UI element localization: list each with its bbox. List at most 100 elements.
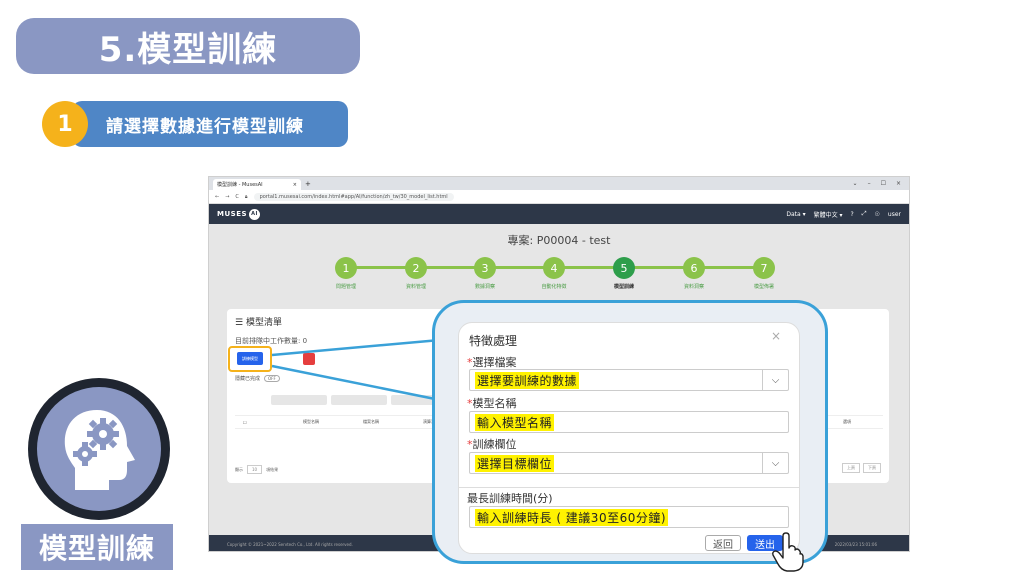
lock-icon: 🔒︎ bbox=[244, 193, 248, 200]
fullscreen-icon[interactable]: ⤢ bbox=[862, 210, 867, 218]
url-field[interactable]: portal1.musesai.com/index.html#app/AI/fu… bbox=[253, 192, 454, 201]
header-menu: Data ▾ 繁體中文 ▾ ? ⤢ ☉ user bbox=[786, 210, 901, 219]
page-size-select[interactable]: 10 bbox=[247, 465, 263, 474]
step-4-circle: 4 bbox=[543, 257, 565, 279]
new-tab-button[interactable]: + bbox=[305, 180, 311, 188]
file-select-value: 選擇要訓練的數據 bbox=[475, 371, 580, 389]
step-instruction: 請選擇數據進行模型訓練 bbox=[72, 101, 348, 147]
col-file-name[interactable]: 檔案名稱 bbox=[355, 419, 415, 425]
target-label: *訓練欄位 bbox=[467, 436, 517, 452]
step-7-label: 模型佈署 bbox=[753, 284, 774, 290]
step-1-circle: 1 bbox=[335, 257, 357, 279]
step-6[interactable]: 6 資料洞察 bbox=[683, 257, 705, 290]
tab-list-icon[interactable]: ⌄ bbox=[853, 180, 858, 187]
bottom-label: 模型訓練 bbox=[21, 524, 173, 570]
delete-button[interactable] bbox=[303, 353, 315, 365]
footer-timestamp: 2022/03/23 15:01:06 bbox=[834, 541, 877, 547]
select-all-checkbox[interactable]: ☐ bbox=[235, 420, 295, 425]
col-model-name[interactable]: 模型名稱 bbox=[295, 419, 355, 425]
reload-icon[interactable]: C bbox=[235, 194, 239, 200]
list-icon: ☰ bbox=[235, 318, 246, 328]
app-logo[interactable]: MUSES AI bbox=[217, 208, 261, 220]
train-time-value: 輸入訓練時長 ( 建議30至60分鐘) bbox=[475, 508, 669, 526]
maximize-icon[interactable]: ☐ bbox=[881, 180, 886, 187]
head-circle bbox=[28, 378, 170, 520]
logout-icon[interactable]: ☉ bbox=[875, 211, 880, 218]
next-page-button[interactable]: 下頁 bbox=[863, 463, 881, 473]
head-inner bbox=[37, 387, 161, 511]
head-gears-icon bbox=[64, 410, 135, 490]
slide: 5.模型訓練 請選擇數據進行模型訓練 1 模型訓練 - MusesAI × + … bbox=[0, 0, 1024, 576]
workflow-stepper: 1 問題管理 2 資料管理 3 數據洞察 4 自動化特徵 5 模型訓練 6 資料… bbox=[335, 257, 775, 297]
step-3-circle: 3 bbox=[474, 257, 496, 279]
step-7-circle: 7 bbox=[753, 257, 775, 279]
target-label-text: 訓練欄位 bbox=[472, 438, 517, 451]
step-2[interactable]: 2 資料管理 bbox=[405, 257, 427, 290]
step-5-label: 模型訓練 bbox=[613, 284, 634, 290]
pagination: 上頁 下頁 bbox=[842, 463, 881, 473]
file-label-text: 選擇檔案 bbox=[472, 356, 517, 369]
footer-copyright: Copyright © 2021~2022 Servtech Co., Ltd.… bbox=[227, 541, 353, 547]
name-label-text: 模型名稱 bbox=[472, 397, 517, 410]
tab-strip: 模型訓練 - MusesAI × + ⌄ – ☐ × bbox=[209, 177, 909, 190]
model-list-title: ☰ 模型清單 bbox=[235, 315, 282, 328]
file-label: *選擇檔案 bbox=[467, 354, 517, 370]
target-select-value: 選擇目標欄位 bbox=[475, 454, 555, 472]
filter-2[interactable] bbox=[331, 395, 387, 405]
data-menu[interactable]: Data ▾ bbox=[786, 211, 805, 218]
close-window-icon[interactable]: × bbox=[896, 180, 901, 187]
chevron-down-icon-2: ⌵ bbox=[762, 453, 788, 473]
step-6-label: 資料洞察 bbox=[683, 284, 704, 290]
tab-close-icon[interactable]: × bbox=[293, 182, 297, 188]
dialog-separator bbox=[459, 487, 799, 488]
col-options: 選項 bbox=[843, 419, 851, 424]
hide-completed-label: 隱藏已完成 bbox=[235, 376, 261, 382]
step-1-label: 問題管理 bbox=[335, 284, 356, 290]
help-icon[interactable]: ? bbox=[851, 211, 854, 218]
filter-bars bbox=[271, 395, 447, 405]
back-button[interactable]: 返回 bbox=[705, 535, 741, 551]
prev-page-button[interactable]: 上頁 bbox=[842, 463, 860, 473]
window-controls: ⌄ – ☐ × bbox=[853, 180, 909, 187]
step-instruction-text: 請選擇數據進行模型訓練 bbox=[106, 116, 304, 137]
user-name[interactable]: user bbox=[888, 211, 901, 218]
step-5[interactable]: 5 模型訓練 bbox=[613, 257, 635, 290]
logo-text: MUSES bbox=[217, 210, 248, 218]
step-4-label: 自動化特徵 bbox=[541, 284, 567, 290]
page-size-suffix: 項結果 bbox=[266, 466, 279, 472]
step-4[interactable]: 4 自動化特徵 bbox=[541, 257, 567, 290]
back-icon[interactable]: ← bbox=[215, 194, 219, 200]
language-menu[interactable]: 繁體中文 ▾ bbox=[814, 210, 843, 219]
train-button-highlight bbox=[228, 346, 272, 372]
step-3-label: 數據洞察 bbox=[474, 284, 495, 290]
model-name-input[interactable]: 輸入模型名稱 bbox=[469, 411, 789, 433]
forward-icon[interactable]: → bbox=[225, 194, 229, 200]
filter-1[interactable] bbox=[271, 395, 327, 405]
minimize-icon[interactable]: – bbox=[868, 180, 871, 187]
file-select[interactable]: 選擇要訓練的數據 ⌵ bbox=[469, 369, 789, 391]
page-size-label: 顯示 bbox=[235, 466, 243, 472]
app-header: MUSES AI Data ▾ 繁體中文 ▾ ? ⤢ ☉ user bbox=[209, 204, 909, 224]
browser-tab[interactable]: 模型訓練 - MusesAI × bbox=[213, 179, 301, 190]
model-name-value: 輸入模型名稱 bbox=[475, 413, 555, 431]
step-5-circle: 5 bbox=[613, 257, 635, 279]
target-select[interactable]: 選擇目標欄位 ⌵ bbox=[469, 452, 789, 474]
train-time-input[interactable]: 輸入訓練時長 ( 建議30至60分鐘) bbox=[469, 506, 789, 528]
step-3[interactable]: 3 數據洞察 bbox=[474, 257, 496, 290]
tab-title: 模型訓練 - MusesAI bbox=[217, 182, 263, 188]
feature-dialog: 特徵處理 × *選擇檔案 選擇要訓練的數據 ⌵ *模型名稱 輸入模型名稱 *訓練… bbox=[458, 322, 800, 554]
pointer-hand-icon bbox=[772, 532, 804, 572]
step-7[interactable]: 7 模型佈署 bbox=[753, 257, 775, 290]
time-label: 最長訓練時間(分) bbox=[467, 492, 553, 505]
slide-title: 5.模型訓練 bbox=[16, 18, 360, 74]
hide-completed-toggle[interactable]: OFF bbox=[264, 375, 280, 382]
step-1[interactable]: 1 問題管理 bbox=[335, 257, 357, 290]
page-size: 顯示 10 項結果 bbox=[235, 465, 278, 474]
step-number-badge: 1 bbox=[42, 101, 88, 147]
project-title: 專案: P00004 - test bbox=[507, 234, 611, 247]
name-label: *模型名稱 bbox=[467, 395, 517, 411]
step-2-circle: 2 bbox=[405, 257, 427, 279]
close-icon[interactable]: × bbox=[771, 329, 781, 343]
logo-badge: AI bbox=[249, 208, 261, 220]
model-list-title-text: 模型清單 bbox=[245, 318, 282, 328]
